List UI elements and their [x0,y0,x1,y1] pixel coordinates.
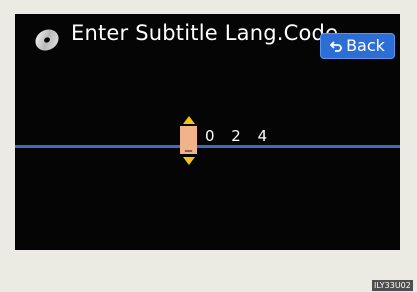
back-button[interactable]: Back [320,33,395,59]
triangle-up-icon[interactable] [183,116,195,124]
return-arrow-icon [330,41,342,52]
image-reference-code: ILY33U02 [372,280,413,291]
divider-line [15,145,400,148]
cursor-digit[interactable]: _ [180,126,197,154]
code-digits: 0 2 4 [205,127,274,145]
triangle-down-icon[interactable] [183,157,195,165]
disc-icon [35,29,59,51]
display-screen: Enter Subtitle Lang.Code Back _ 0 2 4 [15,14,400,250]
page-title: Enter Subtitle Lang.Code [71,21,339,45]
back-button-label: Back [346,36,385,55]
